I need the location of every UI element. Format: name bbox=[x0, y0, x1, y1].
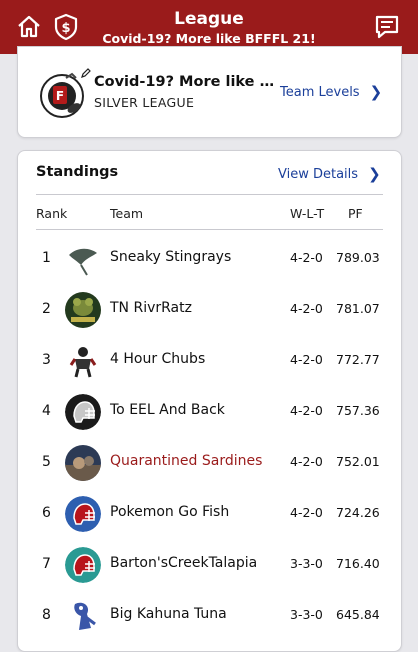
standings-title: Standings bbox=[36, 164, 119, 180]
row-rank: 5 bbox=[42, 454, 51, 470]
row-team-name[interactable]: Barton'sCreekTalapia bbox=[110, 555, 257, 571]
row-rank: 1 bbox=[42, 250, 51, 266]
standings-row[interactable]: 7 Barton'sCreekTalapia 3-3-0 716.40 bbox=[18, 539, 401, 590]
row-rank: 2 bbox=[42, 301, 51, 317]
chevron-right-icon: ❯ bbox=[369, 83, 383, 101]
row-team-name[interactable]: Quarantined Sardines bbox=[110, 453, 262, 469]
row-wlt: 4-2-0 bbox=[290, 250, 323, 265]
divider bbox=[36, 194, 383, 195]
row-rank: 3 bbox=[42, 352, 51, 368]
row-team-name[interactable]: TN RivrRatz bbox=[110, 300, 192, 316]
chevron-right-icon: ❯ bbox=[368, 165, 381, 183]
row-pf: 789.03 bbox=[336, 250, 380, 265]
page-subtitle: Covid-19? More like BFFFL 21! bbox=[102, 31, 316, 46]
standings-row[interactable]: 8 Big Kahuna Tuna 3-3-0 645.84 bbox=[18, 590, 401, 641]
col-header-team: Team bbox=[110, 206, 144, 221]
standings-card: Standings View Details ❯ Rank Team W-L-T… bbox=[17, 150, 402, 652]
row-wlt: 4-2-0 bbox=[290, 301, 323, 316]
league-name: Covid-19? More like B... bbox=[94, 74, 284, 90]
team-avatar bbox=[65, 343, 101, 379]
team-avatar bbox=[65, 241, 101, 277]
standings-row[interactable]: 2 TN RivrRatz 4-2-0 781.07 bbox=[18, 284, 401, 335]
league-level: SILVER LEAGUE bbox=[94, 95, 195, 110]
row-pf: 752.01 bbox=[336, 454, 380, 469]
standings-row[interactable]: 3 4 Hour Chubs 4-2-0 772.77 bbox=[18, 335, 401, 386]
helmet-icon bbox=[65, 547, 101, 583]
row-wlt: 4-2-0 bbox=[290, 352, 323, 367]
chat-button[interactable] bbox=[370, 10, 404, 44]
standings-row[interactable]: 5 Quarantined Sardines 4-2-0 752.01 bbox=[18, 437, 401, 488]
row-pf: 645.84 bbox=[336, 607, 380, 622]
league-card: F Covid-19? More like B... SILVER LEAGUE… bbox=[17, 46, 402, 138]
team-levels-label: Team Levels bbox=[280, 84, 360, 100]
edit-icon[interactable] bbox=[80, 67, 92, 79]
row-wlt: 3-3-0 bbox=[290, 556, 323, 571]
standings-row[interactable]: 6 Pokemon Go Fish 4-2-0 724.26 bbox=[18, 488, 401, 539]
team-avatar bbox=[65, 292, 101, 328]
row-wlt: 4-2-0 bbox=[290, 454, 323, 469]
svg-text:F: F bbox=[56, 89, 64, 103]
col-header-pf: PF bbox=[348, 206, 363, 221]
view-details-label: View Details bbox=[278, 166, 359, 182]
row-team-name[interactable]: Big Kahuna Tuna bbox=[110, 606, 227, 622]
chat-icon bbox=[375, 15, 399, 39]
col-header-rank: Rank bbox=[36, 206, 68, 221]
page-title: League bbox=[174, 9, 244, 29]
row-wlt: 4-2-0 bbox=[290, 505, 323, 520]
standings-row[interactable]: 4 To EEL And Back 4-2-0 757.36 bbox=[18, 386, 401, 437]
row-pf: 772.77 bbox=[336, 352, 380, 367]
row-rank: 8 bbox=[42, 607, 51, 623]
row-rank: 6 bbox=[42, 505, 51, 521]
team-avatar bbox=[65, 598, 101, 634]
helmet-icon bbox=[65, 394, 101, 430]
team-avatar bbox=[65, 445, 101, 481]
row-rank: 4 bbox=[42, 403, 51, 419]
row-pf: 716.40 bbox=[336, 556, 380, 571]
view-details-link[interactable]: View Details ❯ bbox=[278, 165, 381, 183]
row-team-name[interactable]: Pokemon Go Fish bbox=[110, 504, 229, 520]
row-team-name[interactable]: Sneaky Stingrays bbox=[110, 249, 231, 265]
helmet-icon bbox=[65, 496, 101, 532]
standings-row[interactable]: 1 Sneaky Stingrays 4-2-0 789.03 bbox=[18, 233, 401, 284]
row-team-name[interactable]: To EEL And Back bbox=[110, 402, 225, 418]
row-team-name[interactable]: 4 Hour Chubs bbox=[110, 351, 205, 367]
row-pf: 781.07 bbox=[336, 301, 380, 316]
row-wlt: 4-2-0 bbox=[290, 403, 323, 418]
row-pf: 757.36 bbox=[336, 403, 380, 418]
row-wlt: 3-3-0 bbox=[290, 607, 323, 622]
team-levels-link[interactable]: Team Levels ❯ bbox=[280, 83, 382, 101]
row-pf: 724.26 bbox=[336, 505, 380, 520]
divider bbox=[36, 229, 383, 230]
col-header-wlt: W-L-T bbox=[290, 206, 325, 221]
row-rank: 7 bbox=[42, 556, 51, 572]
